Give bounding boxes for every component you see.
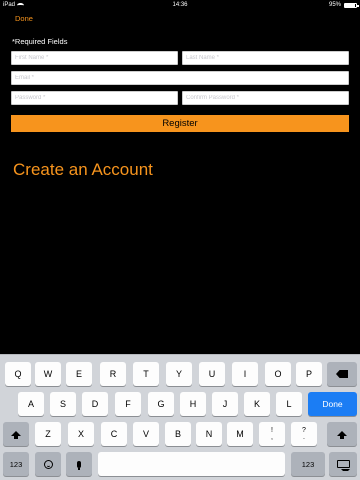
status-right: 95% [328, 2, 359, 8]
key-s[interactable]: S [50, 392, 76, 416]
hide-keyboard-key[interactable] [329, 452, 357, 476]
key-question-period[interactable]: ? . [291, 422, 317, 446]
numbers-key-left[interactable]: 123 [3, 452, 29, 476]
mic-icon [77, 460, 81, 470]
done-button[interactable]: Done [15, 14, 33, 23]
key-j[interactable]: J [212, 392, 238, 416]
key-exclaim-comma[interactable]: ! , [259, 422, 285, 446]
key-v[interactable]: V [133, 422, 159, 446]
key-a[interactable]: A [18, 392, 44, 416]
first-name-field[interactable] [11, 51, 178, 65]
key-f[interactable]: F [115, 392, 141, 416]
done-key[interactable]: Done [308, 392, 357, 416]
on-screen-keyboard: Q W E R T Y U I O P A S D F G H J K L Do… [0, 354, 360, 480]
question-period-label: ? . [302, 427, 306, 441]
exclaim-char: ! [271, 427, 273, 434]
key-i[interactable]: I [232, 362, 258, 386]
page-title: Create an Account [13, 160, 153, 179]
period-char: . [303, 434, 305, 441]
key-l[interactable]: L [276, 392, 302, 416]
required-fields-note: *Required Fields [12, 37, 68, 46]
exclaim-comma-label: ! , [271, 427, 273, 441]
status-bar: iPad 14:36 95% [0, 0, 360, 10]
key-x[interactable]: X [68, 422, 94, 446]
key-p[interactable]: P [296, 362, 322, 386]
dictation-key[interactable] [66, 452, 92, 476]
confirm-password-field[interactable] [182, 91, 349, 105]
key-z[interactable]: Z [35, 422, 61, 446]
key-r[interactable]: R [100, 362, 126, 386]
register-button[interactable]: Register [11, 115, 349, 132]
password-field[interactable] [11, 91, 178, 105]
key-g[interactable]: G [148, 392, 174, 416]
key-w[interactable]: W [35, 362, 61, 386]
battery-icon [344, 2, 359, 8]
key-d[interactable]: D [82, 392, 108, 416]
key-n[interactable]: N [196, 422, 222, 446]
key-o[interactable]: O [265, 362, 291, 386]
emoji-key[interactable] [35, 452, 61, 476]
delete-icon [336, 370, 348, 378]
key-m[interactable]: M [227, 422, 253, 446]
question-char: ? [302, 427, 306, 434]
battery-percent: 95% [328, 2, 341, 8]
key-e[interactable]: E [66, 362, 92, 386]
emoji-icon [43, 459, 53, 469]
key-q[interactable]: Q [5, 362, 31, 386]
shift-key-right[interactable] [327, 422, 357, 446]
email-field[interactable] [11, 71, 349, 85]
numbers-key-right[interactable]: 123 [291, 452, 325, 476]
key-u[interactable]: U [199, 362, 225, 386]
key-t[interactable]: T [133, 362, 159, 386]
comma-char: , [271, 434, 273, 441]
key-b[interactable]: B [165, 422, 191, 446]
key-y[interactable]: Y [166, 362, 192, 386]
shift-icon [11, 430, 21, 439]
key-c[interactable]: C [101, 422, 127, 446]
shift-icon [337, 430, 347, 439]
key-k[interactable]: K [244, 392, 270, 416]
clock: 14:36 [172, 2, 188, 8]
shift-key[interactable] [3, 422, 29, 446]
keyboard-icon [336, 460, 350, 471]
key-h[interactable]: H [180, 392, 206, 416]
space-key[interactable] [98, 452, 285, 476]
last-name-field[interactable] [182, 51, 349, 65]
delete-key[interactable] [327, 362, 357, 386]
